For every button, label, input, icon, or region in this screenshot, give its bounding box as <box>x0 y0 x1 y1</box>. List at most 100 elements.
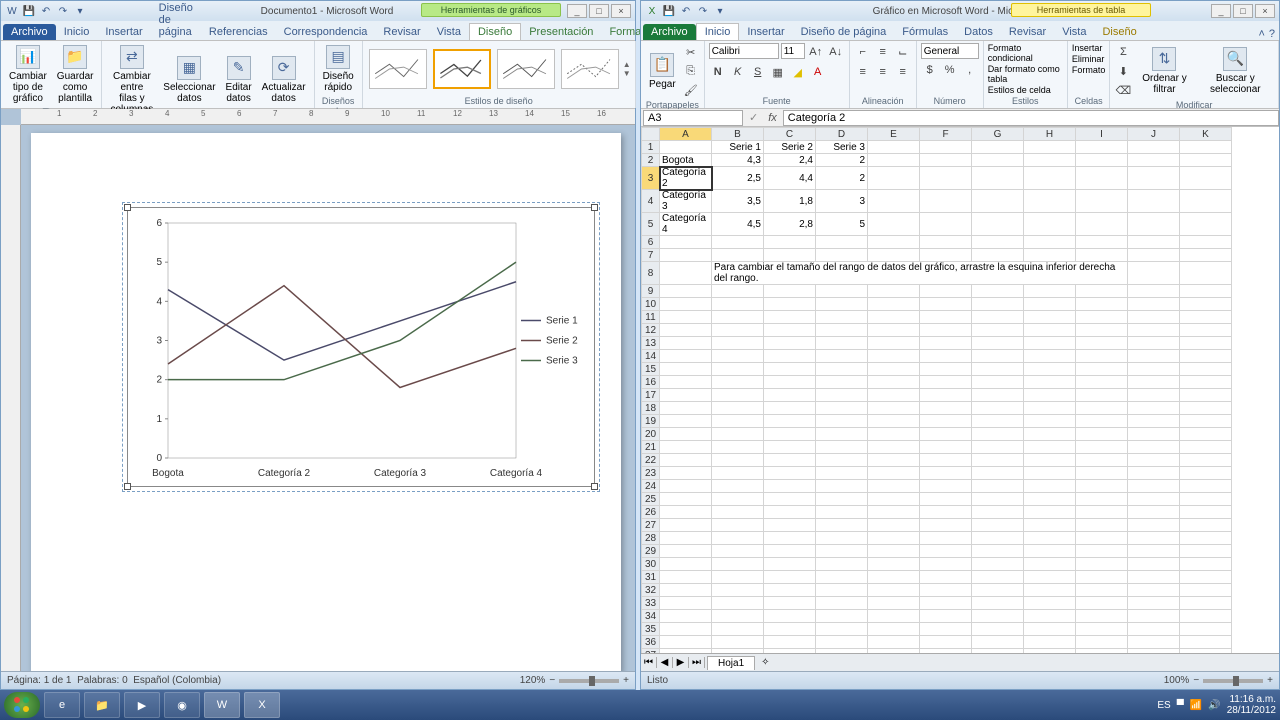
tab-diseno-pagina[interactable]: Diseño de página <box>151 0 201 40</box>
italic-button[interactable]: K <box>729 63 747 81</box>
taskbar-ie-icon[interactable]: e <box>44 692 80 718</box>
save-icon[interactable]: 💾 <box>662 4 676 18</box>
fx-icon[interactable]: fx <box>762 112 783 124</box>
select-data-button[interactable]: ▦Seleccionar datos <box>159 54 219 106</box>
maximize-button[interactable]: □ <box>589 4 609 18</box>
format-cells-button[interactable]: Formato <box>1072 65 1106 75</box>
tab-archivo[interactable]: Archivo <box>643 24 696 40</box>
tray-volume-icon[interactable]: 🔊 <box>1208 700 1220 711</box>
tab-revisar[interactable]: Revisar <box>375 24 428 40</box>
tray-lang[interactable]: ES <box>1157 700 1170 711</box>
comma-icon[interactable]: , <box>961 61 979 79</box>
word-count-status[interactable]: Palabras: 0 <box>77 675 128 686</box>
close-button[interactable]: × <box>611 4 631 18</box>
grow-font-icon[interactable]: A↑ <box>807 43 825 61</box>
start-button[interactable] <box>4 692 40 718</box>
chart-object[interactable]: 0123456BogotaCategoría 2Categoría 3Categ… <box>127 207 595 487</box>
tab-formulas[interactable]: Fórmulas <box>894 24 956 40</box>
resize-handle-se[interactable] <box>591 483 598 490</box>
align-right-icon[interactable]: ≡ <box>894 63 912 81</box>
page-status[interactable]: Página: 1 de 1 <box>7 675 72 686</box>
qat-more-icon[interactable]: ▾ <box>713 4 727 18</box>
qat-more-icon[interactable]: ▾ <box>73 4 87 18</box>
align-top-icon[interactable]: ⌐ <box>854 43 872 61</box>
align-left-icon[interactable]: ≡ <box>854 63 872 81</box>
save-icon[interactable]: 💾 <box>22 4 36 18</box>
chart-style-4[interactable] <box>561 49 619 89</box>
tab-insertar[interactable]: Insertar <box>97 24 150 40</box>
find-select-button[interactable]: 🔍Buscar y seleccionar <box>1197 45 1274 97</box>
copy-icon[interactable]: ⎘ <box>682 62 700 80</box>
edit-data-button[interactable]: ✎Editar datos <box>222 54 256 106</box>
conditional-format-button[interactable]: Formato condicional <box>988 43 1063 63</box>
refresh-data-button[interactable]: ⟳Actualizar datos <box>258 54 310 106</box>
language-status[interactable]: Español (Colombia) <box>133 675 221 686</box>
chart-style-3[interactable] <box>497 49 555 89</box>
taskbar-explorer-icon[interactable]: 📁 <box>84 692 120 718</box>
percent-icon[interactable]: % <box>941 61 959 79</box>
switch-row-col-button[interactable]: ⇄Cambiar entre filas y columnas <box>106 43 157 117</box>
autosum-icon[interactable]: Σ <box>1114 43 1132 61</box>
sheet-nav-next-icon[interactable]: ▶ <box>673 657 689 668</box>
taskbar-media-icon[interactable]: ▶ <box>124 692 160 718</box>
tab-inicio[interactable]: Inicio <box>696 23 740 40</box>
tray-network-icon[interactable]: 📶 <box>1190 700 1202 711</box>
tab-presentacion[interactable]: Presentación <box>521 24 601 40</box>
tab-correspondencia[interactable]: Correspondencia <box>276 24 376 40</box>
tab-insertar[interactable]: Insertar <box>739 24 792 40</box>
zoom-slider[interactable] <box>1203 679 1263 683</box>
bold-button[interactable]: N <box>709 63 727 81</box>
name-box[interactable]: A3 <box>643 110 743 126</box>
cut-icon[interactable]: ✂ <box>682 43 700 61</box>
number-format-combo[interactable]: General <box>921 43 979 59</box>
maximize-button[interactable]: □ <box>1233 4 1253 18</box>
chart-style-2[interactable] <box>433 49 491 89</box>
sheet-tab-hoja1[interactable]: Hoja1 <box>707 656 755 670</box>
quick-layout-button[interactable]: ▤Diseño rápido <box>319 43 358 95</box>
close-button[interactable]: × <box>1255 4 1275 18</box>
cell-styles-button[interactable]: Estilos de celda <box>988 85 1051 95</box>
redo-icon[interactable]: ↷ <box>56 4 70 18</box>
zoom-slider[interactable] <box>559 679 619 683</box>
align-center-icon[interactable]: ≡ <box>874 63 892 81</box>
tab-diseno-pagina[interactable]: Diseño de página <box>793 24 895 40</box>
horizontal-ruler[interactable]: 12345678910111213141516 <box>21 109 635 125</box>
resize-handle-ne[interactable] <box>591 204 598 211</box>
chart-style-1[interactable] <box>369 49 427 89</box>
tray-time[interactable]: 11:16 a.m. <box>1227 694 1276 705</box>
format-as-table-button[interactable]: Dar formato como tabla <box>988 64 1063 84</box>
zoom-level[interactable]: 100% <box>1164 675 1190 686</box>
redo-icon[interactable]: ↷ <box>696 4 710 18</box>
system-tray[interactable]: ES ▀ 📶 🔊 11:16 a.m. 28/11/2012 <box>1157 694 1276 716</box>
tab-datos[interactable]: Datos <box>956 24 1001 40</box>
minimize-button[interactable]: _ <box>1211 4 1231 18</box>
tab-inicio[interactable]: Inicio <box>56 24 98 40</box>
zoom-out-button[interactable]: − <box>1193 675 1199 686</box>
taskbar-excel-icon[interactable]: X <box>244 692 280 718</box>
save-as-template-button[interactable]: 📁Guardar como plantilla <box>53 43 98 106</box>
fill-icon[interactable]: ⬇ <box>1114 62 1132 80</box>
font-color-icon[interactable]: A <box>809 63 827 81</box>
clear-icon[interactable]: ⌫ <box>1114 81 1132 99</box>
sheet-nav-prev-icon[interactable]: ◀ <box>657 657 673 668</box>
tab-diseno[interactable]: Diseño <box>469 23 521 40</box>
resize-handle-sw[interactable] <box>124 483 131 490</box>
delete-cells-button[interactable]: Eliminar <box>1072 54 1105 64</box>
help-icon[interactable]: ? <box>1269 28 1275 40</box>
fx-cancel-icon[interactable]: ✓ <box>745 111 762 124</box>
tab-revisar[interactable]: Revisar <box>1001 24 1054 40</box>
sheet-nav-last-icon[interactable]: ⏭ <box>689 657 705 668</box>
zoom-in-button[interactable]: + <box>623 675 629 686</box>
undo-icon[interactable]: ↶ <box>39 4 53 18</box>
zoom-in-button[interactable]: + <box>1267 675 1273 686</box>
resize-handle-nw[interactable] <box>124 204 131 211</box>
border-icon[interactable]: ▦ <box>769 63 787 81</box>
chart-styles-more-icon[interactable]: ▲▼ <box>623 60 631 78</box>
tab-diseno[interactable]: Diseño <box>1094 24 1144 40</box>
undo-icon[interactable]: ↶ <box>679 4 693 18</box>
tray-flag-icon[interactable]: ▀ <box>1177 700 1184 711</box>
change-chart-type-button[interactable]: 📊Cambiar tipo de gráfico <box>5 43 51 106</box>
vertical-ruler[interactable] <box>1 125 21 671</box>
align-middle-icon[interactable]: ≡ <box>874 43 892 61</box>
document-page[interactable]: 0123456BogotaCategoría 2Categoría 3Categ… <box>31 133 621 671</box>
